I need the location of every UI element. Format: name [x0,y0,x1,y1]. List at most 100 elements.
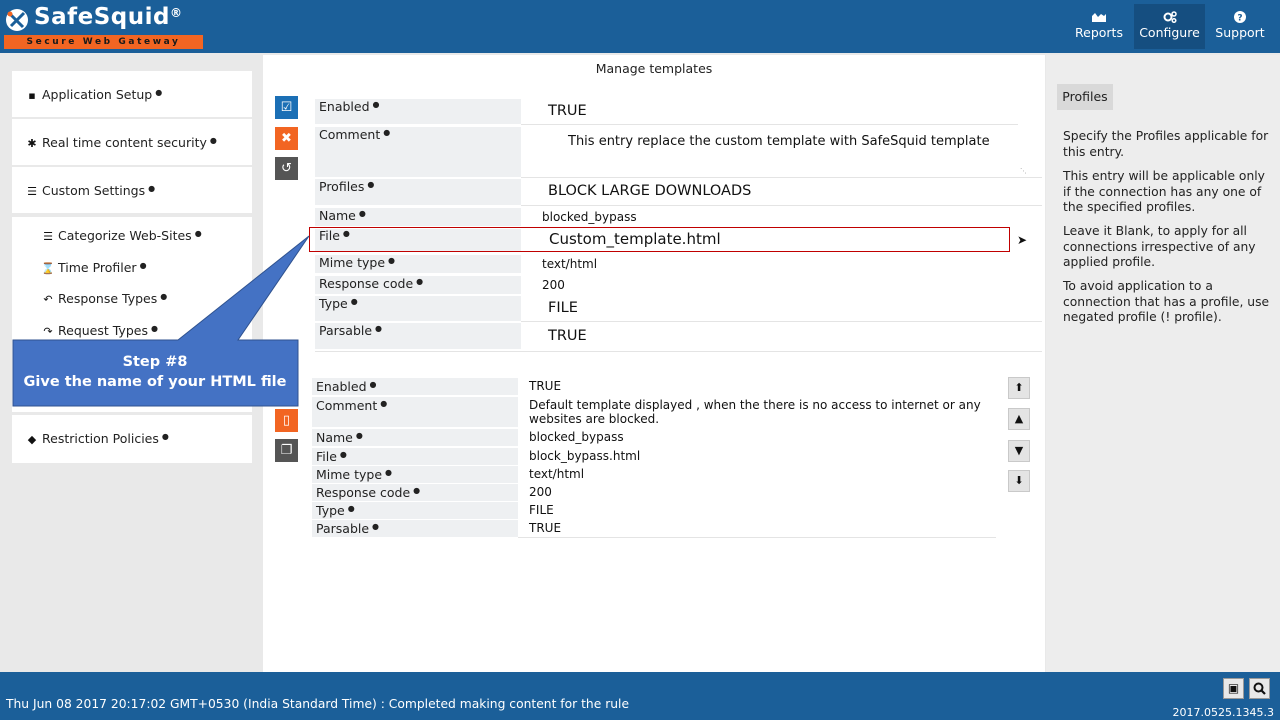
divider [521,205,1042,206]
resize-handle[interactable]: ⋱ [1020,167,1028,175]
comment-textarea[interactable]: This entry replace the custom template w… [568,134,990,149]
gears-icon [1134,4,1205,24]
info-icon: ● [385,468,393,477]
menu-application-setup[interactable]: ▪ Application Setup ● [12,83,252,107]
move-bottom-button[interactable]: ⬇ [1008,470,1030,492]
menu-categorize-web-sites[interactable]: ☰ Categorize Web-Sites ● [28,224,252,248]
divider [521,177,1042,178]
info-icon: ● [375,324,383,333]
arrow-circle-down-icon: ⬇ [1014,474,1024,487]
divider [518,537,996,538]
label-mime-type: Mime type ● [315,255,521,273]
entry2-value-enabled: TRUE [529,379,562,393]
divider [521,321,1042,322]
info-icon: ● [388,256,396,265]
label-comment: Comment ● [315,127,521,177]
value-type[interactable]: FILE [548,300,578,316]
menu-group-custom-settings: ☰ Custom Settings ● [12,167,252,213]
file-input[interactable]: Custom_template.html [549,230,721,248]
entry2-label-mime-type: Mime type ● [312,466,518,483]
entry2-label-response-code: Response code ● [312,484,518,501]
info-icon: ● [367,180,375,189]
info-icon: ● [209,136,217,145]
nav-support-button[interactable]: ? Support [1210,4,1270,49]
bug-icon: ✱ [27,137,37,150]
undo-entry-button[interactable]: ↺ [275,157,298,180]
info-icon: ● [339,450,347,459]
hourglass-icon: ⌛ [41,262,55,275]
info-icon: ● [155,88,163,97]
menu-group-restriction: ◆ Restriction Policies ● [12,415,252,463]
sliders-icon: ☰ [27,185,37,198]
send-icon[interactable]: ➤ [1017,233,1027,247]
search-button[interactable] [1249,678,1270,699]
move-top-button[interactable]: ⬆ [1008,377,1030,399]
move-up-button[interactable]: ▲ [1008,408,1030,430]
save-config-button[interactable]: ▣ [1223,678,1244,699]
entry2-label-parsable: Parsable ● [312,520,518,537]
help-text-3: Leave it Blank, to apply for all connect… [1063,224,1256,269]
info-icon: ● [369,380,377,389]
menu-restriction-policies[interactable]: ◆ Restriction Policies ● [12,427,252,451]
page-title: Manage templates [595,61,713,76]
menu-request-types[interactable]: ↷ Request Types ● [28,319,252,343]
entry2-value-file: block_bypass.html [529,449,641,463]
info-icon: ● [148,184,156,193]
value-parsable[interactable]: TRUE [548,328,587,344]
reply-icon: ↶ [43,293,53,306]
menu-real-time-content-security[interactable]: ✱ Real time content security ● [12,131,252,155]
entry2-label-comment: Comment ● [312,397,518,427]
info-icon: ● [194,229,202,238]
move-down-button[interactable]: ▼ [1008,440,1030,462]
info-icon: ● [160,292,168,301]
nav-configure-button[interactable]: Configure [1134,4,1205,49]
briefcase-icon: ▪ [28,89,36,102]
label-enabled: Enabled ● [315,99,521,124]
entry2-label-type: Type ● [312,502,518,519]
info-icon: ● [350,297,358,306]
top-header: SafeSquid® Secure Web Gateway Reports Co… [0,0,1280,53]
question-icon: ? [1210,4,1270,24]
check-square-icon: ☑ [280,100,293,115]
entry2-value-response-code: 200 [529,485,552,499]
help-text-2: This entry will be applicable only if th… [1063,169,1265,214]
save-entry-button[interactable]: ☑ [275,96,298,119]
entry2-value-parsable: TRUE [529,521,562,535]
menu-group-application-setup: ▪ Application Setup ● [12,71,252,117]
entry2-label-file: File ● [312,448,518,465]
label-profiles: Profiles ● [315,179,521,205]
menu-custom-settings[interactable]: ☰ Custom Settings ● [12,179,252,203]
value-mime-type[interactable]: text/html [542,257,597,271]
value-profiles[interactable]: BLOCK LARGE DOWNLOADS [548,183,751,199]
info-icon: ● [372,522,380,531]
floppy-icon: ▣ [1227,681,1240,695]
menu-response-types[interactable]: ↶ Response Types ● [28,287,252,311]
help-text-4: To avoid application to a connection tha… [1063,279,1270,324]
value-enabled[interactable]: TRUE [548,103,587,119]
entry2-value-name: blocked_bypass [529,430,624,444]
entry2-label-name: Name ● [312,429,518,446]
caret-up-icon: ▲ [1014,412,1024,425]
shield-icon: ◆ [27,433,37,446]
copy-icon: ❐ [280,443,293,458]
delete-entry-button[interactable]: ▯ [275,409,298,432]
info-icon: ● [161,432,169,441]
value-name[interactable]: blocked_bypass [542,210,637,224]
share-icon: ↷ [43,325,53,338]
value-response-code[interactable]: 200 [542,278,565,292]
cancel-entry-button[interactable]: ✖ [275,127,298,150]
svg-text:?: ? [1237,14,1242,24]
label-response-code: Response code ● [315,276,521,294]
trash-icon: ▯ [282,413,291,428]
logo-text: SafeSquid® [34,4,183,30]
safesquid-logo[interactable]: SafeSquid® Secure Web Gateway [4,4,204,50]
database-icon: ☰ [43,230,53,243]
tab-profiles[interactable]: Profiles [1057,84,1113,110]
menu-time-profiler[interactable]: ⌛ Time Profiler ● [28,256,252,280]
nav-reports-button[interactable]: Reports [1068,4,1130,49]
copy-entry-button[interactable]: ❐ [275,439,298,462]
version-text: 2017.0525.1345.3 [1172,706,1274,719]
info-icon: ● [383,128,391,137]
info-icon: ● [358,209,366,218]
status-text: Thu Jun 08 2017 20:17:02 GMT+0530 (India… [6,697,630,711]
